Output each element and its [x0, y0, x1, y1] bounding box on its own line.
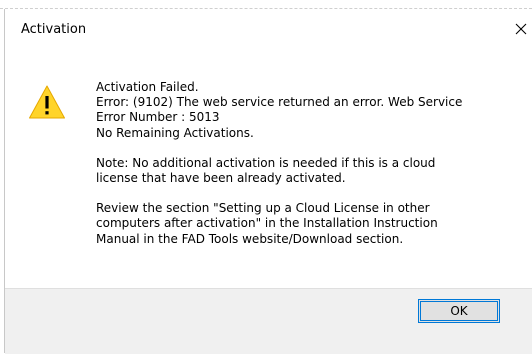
title-bar: Activation	[5, 9, 532, 50]
close-button[interactable]	[509, 15, 531, 41]
note-line: Note: No additional activation is needed…	[96, 155, 436, 170]
ok-button[interactable]: OK	[418, 299, 500, 323]
button-bar: OK	[5, 288, 532, 354]
note-line: license that have been already activated…	[96, 171, 346, 186]
review-line: Manual in the FAD Tools website/Download…	[96, 231, 404, 246]
review-line: Review the section "Setting up a Cloud L…	[96, 201, 430, 216]
message-line: No Remaining Activations.	[96, 125, 254, 140]
message-line: Activation Failed.	[96, 80, 199, 94]
message-line: Error Number : 5013	[96, 110, 220, 125]
warning-icon	[29, 85, 65, 119]
background-window-edge	[0, 0, 532, 9]
activation-dialog: Activation Activation Failed. Error: (91…	[4, 9, 532, 354]
dialog-title: Activation	[21, 22, 87, 37]
message-line: Error: (9102) The web service returned a…	[96, 95, 463, 110]
review-line: computers after activation" in the Insta…	[96, 216, 438, 231]
message-text: Activation Failed. Error: (9102) The web…	[96, 80, 526, 247]
dialog-body: Activation Failed. Error: (9102) The web…	[5, 50, 532, 288]
close-icon	[515, 23, 527, 35]
